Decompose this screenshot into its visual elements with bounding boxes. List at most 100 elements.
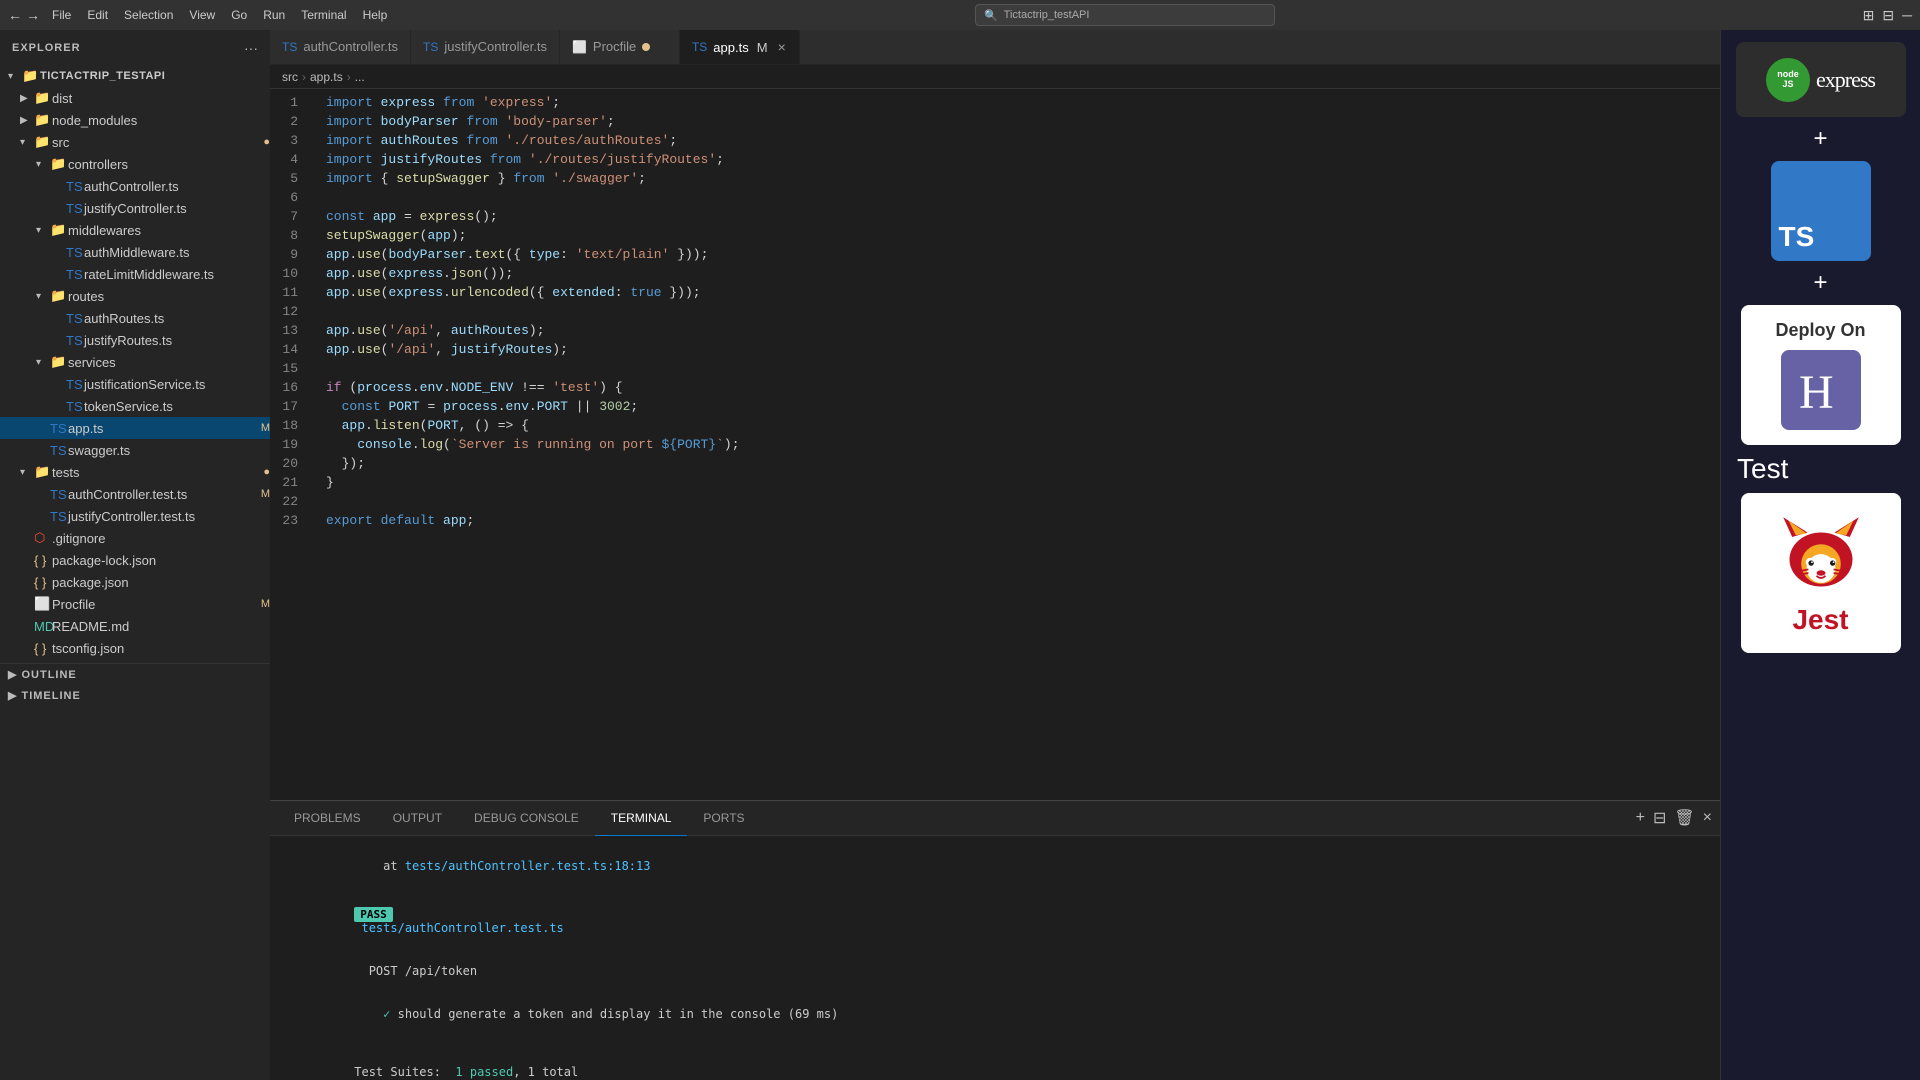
json-icon: { } [34, 575, 52, 590]
menu-run[interactable]: Run [263, 8, 285, 22]
split-terminal-icon[interactable]: ⊟ [1653, 808, 1666, 828]
suites-value: 1 passed [455, 1065, 513, 1079]
sidebar-item-project[interactable]: ▾ 📁 TICTACTRIP_TESTAPI [0, 65, 270, 87]
file-tree: ▾ 📁 TICTACTRIP_TESTAPI ▶ 📁 dist ▶ 📁 node… [0, 65, 270, 1080]
split-icon[interactable]: ⊟ [1882, 7, 1894, 24]
proc-icon: ⬜ [34, 596, 52, 612]
search-bar[interactable]: 🔍 Tictactrip_testAPI [975, 4, 1275, 26]
sidebar-item-dist[interactable]: ▶ 📁 dist [0, 87, 270, 109]
breadcrumb-ellipsis[interactable]: ... [355, 70, 365, 84]
breadcrumb-app[interactable]: app.ts [310, 70, 343, 84]
sidebar-item-node-modules[interactable]: ▶ 📁 node_modules [0, 109, 270, 131]
kill-terminal-icon[interactable]: 🗑 [1674, 808, 1694, 828]
sidebar-item-authroutes[interactable]: TS authRoutes.ts [0, 307, 270, 329]
tab-debug-console[interactable]: DEBUG CONSOLE [458, 801, 595, 836]
breadcrumb-src[interactable]: src [282, 70, 298, 84]
tsconfig-label: tsconfig.json [52, 641, 270, 656]
menu-terminal[interactable]: Terminal [301, 8, 346, 22]
sidebar-item-justifyroutes[interactable]: TS justifyRoutes.ts [0, 329, 270, 351]
test-file-link[interactable]: tests/authController.test.ts [361, 921, 563, 935]
code-line-6 [326, 188, 1720, 207]
layout-icon[interactable]: ⊞ [1863, 7, 1875, 24]
auth-middleware-label: authMiddleware.ts [84, 245, 270, 260]
rate-limit-label: rateLimitMiddleware.ts [84, 267, 270, 282]
menu-view[interactable]: View [189, 8, 215, 22]
tab-output[interactable]: OUTPUT [377, 801, 458, 836]
arrow-icon: ▾ [20, 137, 34, 148]
node-text: nodeJS [1777, 70, 1799, 90]
tab-problems[interactable]: PROBLEMS [278, 801, 377, 836]
tab-ports[interactable]: PORTS [687, 801, 760, 836]
sidebar-item-justify-test[interactable]: TS justifyController.test.ts [0, 505, 270, 527]
menu-help[interactable]: Help [363, 8, 388, 22]
menu-go[interactable]: Go [231, 8, 247, 22]
menu-edit[interactable]: Edit [87, 8, 108, 22]
tab-app[interactable]: TS app.ts M × [680, 30, 800, 64]
timeline-section[interactable]: ▶ TIMELINE [0, 685, 270, 706]
code-lines[interactable]: import express from 'express'; import bo… [310, 89, 1720, 800]
code-line-17: const PORT = process.env.PORT || 3002; [326, 397, 1720, 416]
sidebar-item-authmiddleware[interactable]: TS authMiddleware.ts [0, 241, 270, 263]
sidebar-item-swagger[interactable]: TS swagger.ts [0, 439, 270, 461]
code-content[interactable]: 12345 678910 1112131415 1617181920 21222… [270, 89, 1720, 800]
sidebar-item-readme[interactable]: MD README.md [0, 615, 270, 637]
breadcrumb-sep: › [347, 70, 351, 84]
code-line-5: import { setupSwagger } from './swagger'… [326, 169, 1720, 188]
sidebar-item-package[interactable]: { } package.json [0, 571, 270, 593]
code-line-3: import authRoutes from './routes/authRou… [326, 131, 1720, 150]
auth-test-label: authController.test.ts [68, 487, 257, 502]
sidebar-item-auth-test[interactable]: TS authController.test.ts M [0, 483, 270, 505]
tab-label: Procfile [593, 39, 636, 54]
sidebar-item-tests[interactable]: ▾ 📁 tests ● [0, 461, 270, 483]
tab-justifycontroller[interactable]: TS justifyController.ts [411, 30, 560, 64]
code-line-23: export default app; [326, 511, 1720, 530]
modified-indicator: M [261, 488, 270, 500]
nav-forward-icon[interactable]: → [26, 7, 40, 23]
sidebar-item-procfile[interactable]: ⬜ Procfile M [0, 593, 270, 615]
sidebar-item-tokenservice[interactable]: TS tokenService.ts [0, 395, 270, 417]
ts-file-icon: TS [66, 399, 84, 414]
tab-terminal[interactable]: TERMINAL [595, 801, 688, 836]
sidebar-item-src[interactable]: ▾ 📁 src ● [0, 131, 270, 153]
tab-label: authController.ts [303, 39, 398, 54]
sidebar-item-routes[interactable]: ▾ 📁 routes [0, 285, 270, 307]
terminal-content[interactable]: at tests/authController.test.ts:18:13 PA… [270, 836, 1720, 1080]
code-line-18: app.listen(PORT, () => { [326, 416, 1720, 435]
sidebar-item-services[interactable]: ▾ 📁 services [0, 351, 270, 373]
nav-back-icon[interactable]: ← [8, 7, 22, 23]
sidebar-item-controllers[interactable]: ▾ 📁 controllers [0, 153, 270, 175]
suites-label: Test Suites: [354, 1065, 455, 1079]
sidebar-more-icon[interactable]: ··· [244, 40, 258, 56]
tab-label: justifyController.ts [444, 39, 547, 54]
sidebar-title: EXPLORER [12, 42, 81, 54]
sidebar-item-tsconfig[interactable]: { } tsconfig.json [0, 637, 270, 659]
sidebar-item-authcontroller[interactable]: TS authController.ts [0, 175, 270, 197]
add-terminal-icon[interactable]: + [1636, 809, 1645, 827]
code-line-4: import justifyRoutes from './routes/just… [326, 150, 1720, 169]
sidebar-item-ratelimit[interactable]: TS rateLimitMiddleware.ts [0, 263, 270, 285]
close-tab-icon[interactable]: × [778, 39, 786, 55]
minimize-icon[interactable]: ─ [1902, 7, 1912, 23]
sidebar-item-app[interactable]: TS app.ts M [0, 417, 270, 439]
search-icon: 🔍 [984, 9, 998, 22]
tab-procfile[interactable]: ⬜ Procfile [560, 30, 680, 64]
sidebar-item-package-lock[interactable]: { } package-lock.json [0, 549, 270, 571]
sidebar-item-justifycontroller[interactable]: TS justifyController.ts [0, 197, 270, 219]
app-label: app.ts [68, 421, 257, 436]
tab-authcontroller[interactable]: TS authController.ts [270, 30, 411, 64]
ts-file-icon: TS [50, 421, 68, 436]
sidebar-item-justificationservice[interactable]: TS justificationService.ts [0, 373, 270, 395]
sidebar-item-middlewares[interactable]: ▾ 📁 middlewares [0, 219, 270, 241]
terminal-link[interactable]: tests/authController.test.ts:18:13 [405, 859, 651, 873]
folder-icon: 📁 [50, 156, 68, 172]
sidebar-item-gitignore[interactable]: ⬡ .gitignore [0, 527, 270, 549]
arrow-icon: ▶ [8, 689, 17, 702]
menu-file[interactable]: File [52, 8, 71, 22]
arrow-icon: ▾ [8, 71, 22, 82]
close-panel-icon[interactable]: × [1703, 809, 1712, 827]
menu-selection[interactable]: Selection [124, 8, 173, 22]
heroku-svg: H [1791, 360, 1851, 420]
folder-icon: 📁 [50, 354, 68, 370]
code-line-21: } [326, 473, 1720, 492]
outline-section[interactable]: ▶ OUTLINE [0, 664, 270, 685]
